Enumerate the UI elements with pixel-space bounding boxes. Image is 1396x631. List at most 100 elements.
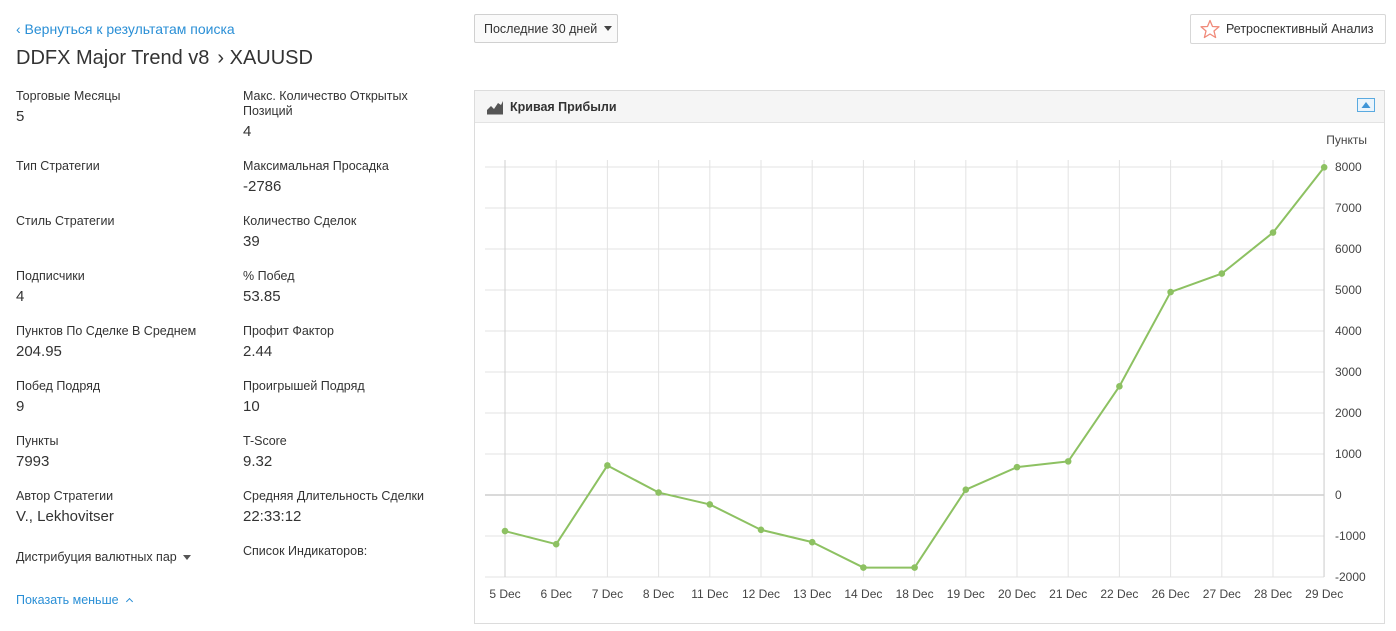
back-to-search-link[interactable]: ‹ Вернуться к результатам поиска — [16, 21, 235, 37]
x-tick-label: 11 Dec — [691, 587, 728, 601]
x-tick-label: 21 Dec — [1049, 587, 1087, 601]
stat-value: 2.44 — [243, 343, 273, 360]
data-point — [962, 486, 970, 493]
data-point — [860, 564, 867, 571]
x-tick-label: 20 Dec — [998, 587, 1036, 601]
y-tick-label: 8000 — [1335, 160, 1362, 174]
x-tick-label: 12 Dec — [742, 587, 780, 601]
x-tick-label: 13 Dec — [793, 587, 831, 601]
data-point — [706, 501, 714, 508]
stat-label: T-Score — [243, 434, 287, 448]
stat-label: Пунктов По Сделке В Среднем — [16, 324, 197, 338]
stat-value: 4 — [243, 123, 252, 140]
stat-value: 4 — [16, 288, 25, 305]
show-less-label: Показать меньше — [16, 593, 119, 607]
x-tick-label: 5 Dec — [489, 587, 520, 601]
data-point — [1218, 270, 1226, 277]
x-tick-label: 28 Dec — [1254, 587, 1292, 601]
x-tick-label: 7 Dec — [592, 587, 623, 601]
stat-label: Торговые Месяцы — [16, 89, 121, 103]
stat-label: Подписчики — [16, 269, 85, 283]
stat-value: 22:33:12 — [243, 508, 302, 525]
pair-distribution-label: Дистрибуция валютных пар — [16, 550, 177, 564]
stat-label: Тип Стратегии — [16, 159, 100, 173]
y-tick-label: 2000 — [1335, 406, 1362, 420]
data-point — [655, 489, 662, 496]
data-point — [1064, 458, 1072, 465]
show-less-link[interactable]: Показать меньше — [16, 593, 133, 607]
stat-value: 5 — [16, 108, 25, 125]
stat-strategy-type: Тип Стратегии — [16, 159, 226, 178]
stat-subscribers: Подписчики 4 — [16, 269, 226, 305]
x-tick-label: 6 Dec — [541, 587, 572, 601]
backtest-button[interactable]: Ретроспективный Анализ — [1190, 14, 1386, 44]
data-point — [808, 538, 816, 546]
pair-distribution-toggle[interactable]: Дистрибуция валютных пар — [16, 550, 191, 564]
period-select[interactable]: Последние 30 дней — [474, 14, 618, 43]
stat-label: Пункты — [16, 434, 59, 448]
stat-max-drawdown: Максимальная Просадка -2786 — [243, 159, 453, 195]
data-point — [757, 526, 765, 534]
stat-label: Макс. Количество Открытых Позиций — [243, 89, 408, 118]
stat-value: V., Lekhovitser — [16, 508, 114, 525]
stat-label: Проигрышей Подряд — [243, 379, 365, 393]
profit-curve-panel: Кривая Прибыли 8000 7000 6000 5000 4000 3000 2… — [474, 90, 1385, 624]
y-tick-label: 1000 — [1335, 447, 1362, 461]
stat-label: Максимальная Просадка — [243, 159, 389, 173]
y-tick-label: 5000 — [1335, 283, 1362, 297]
y-tick-label: -2000 — [1335, 570, 1366, 584]
page-title: DDFX Major Trend v8 › XAUUSD — [16, 47, 313, 70]
y-tick-label: 3000 — [1335, 365, 1362, 379]
stat-pips: Пункты 7993 — [16, 434, 226, 470]
stat-label: Автор Стратегии — [16, 489, 114, 503]
stat-max-open-positions: Макс. Количество Открытых Позиций 4 — [243, 89, 443, 140]
chevron-up-icon — [125, 598, 133, 606]
x-tick-label: 19 Dec — [947, 587, 985, 601]
stat-author: Автор Стратегии V., Lekhovitser — [16, 489, 226, 525]
stat-trading-months: Торговые Месяцы 5 — [16, 89, 226, 125]
stat-label: Побед Подряд — [16, 379, 101, 393]
stat-value: 9 — [16, 398, 25, 415]
caret-down-icon — [182, 555, 191, 561]
stat-trade-count: Количество Сделок 39 — [243, 214, 453, 250]
stat-win-streak: Побед Подряд 9 — [16, 379, 226, 415]
x-tick-label: 8 Dec — [643, 587, 674, 601]
x-tick-label: 27 Dec — [1203, 587, 1241, 601]
stat-loss-streak: Проигрышей Подряд 10 — [243, 379, 453, 415]
stat-win-percent: % Побед 53.85 — [243, 269, 453, 305]
strategy-name: DDFX Major Trend v8 — [16, 47, 210, 69]
y-axis-label: Пункты — [1326, 133, 1367, 147]
backtest-button-label: Ретроспективный Анализ — [1226, 22, 1374, 36]
x-tick-label: 14 Dec — [844, 587, 882, 601]
stat-label: Количество Сделок — [243, 214, 357, 228]
caret-down-icon — [604, 26, 613, 31]
stat-value: 53.85 — [243, 288, 281, 305]
x-tick-label: 18 Dec — [896, 587, 934, 601]
stat-profit-factor: Профит Фактор 2.44 — [243, 324, 453, 360]
symbol-name: › XAUUSD — [217, 47, 313, 69]
stat-value: 39 — [243, 233, 260, 250]
y-tick-label: 4000 — [1335, 324, 1362, 338]
stat-value: 9.32 — [243, 453, 273, 470]
y-tick-label: -1000 — [1335, 529, 1366, 543]
stat-tscore: T-Score 9.32 — [243, 434, 453, 470]
stat-value: -2786 — [243, 178, 282, 195]
data-point — [1013, 463, 1021, 471]
data-point — [1269, 229, 1277, 236]
stat-value: 7993 — [16, 453, 50, 470]
stat-strategy-style: Стиль Стратегии — [16, 214, 226, 233]
data-point — [604, 462, 611, 469]
x-tick-label: 26 Dec — [1152, 587, 1190, 601]
data-point — [501, 527, 509, 535]
stat-label: % Побед — [243, 269, 295, 283]
data-point — [1116, 383, 1123, 390]
stat-avg-pips: Пунктов По Сделке В Среднем 204.95 — [16, 324, 236, 360]
data-point — [552, 540, 560, 548]
stat-avg-duration: Средняя Длительность Сделки 22:33:12 — [243, 489, 456, 525]
star-icon — [1200, 19, 1220, 39]
x-tick-label: 29 Dec — [1305, 587, 1343, 601]
y-tick-label: 6000 — [1335, 242, 1362, 256]
stat-label: Средняя Длительность Сделки — [243, 489, 424, 503]
y-tick-label: 0 — [1335, 488, 1342, 502]
y-tick-label: 7000 — [1335, 201, 1362, 215]
